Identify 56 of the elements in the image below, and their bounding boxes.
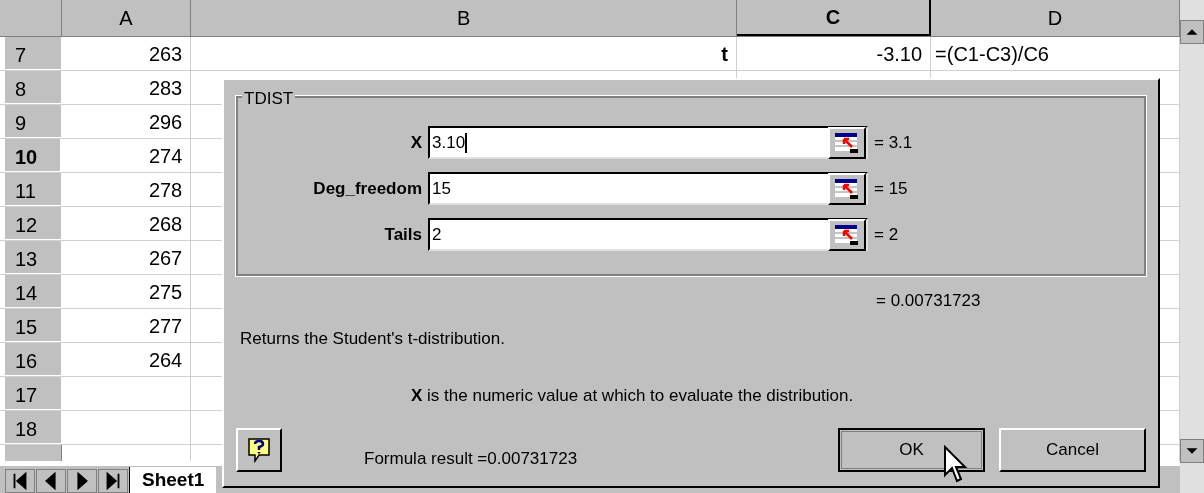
row-header[interactable]: 13 [5,241,62,274]
next-sheet-icon[interactable] [67,469,97,493]
row-header[interactable]: 18 [5,411,62,444]
row-header[interactable]: 16 [5,343,62,376]
row-header[interactable]: 8 [5,71,62,104]
row-header[interactable]: 7 [5,37,62,70]
row-header[interactable]: 10 [5,139,62,172]
column-header[interactable]: C [736,0,932,36]
table-cell-text: 268 [148,211,184,237]
table-cell-text: 277 [148,313,184,339]
function-description: Returns the Student's t-distribution. [240,327,506,350]
table-cell-text: 283 [148,75,184,101]
argument-field[interactable]: 2 [428,218,868,251]
scroll-up-icon[interactable] [1180,20,1204,44]
argument-result: = 3.1 [873,131,913,154]
table-cell-text: -3.10 [876,41,924,67]
table-cell-text: 296 [148,109,184,135]
table-cell-text: 263 [148,41,184,67]
range-picker-icon[interactable] [828,172,866,205]
row-header[interactable]: 15 [5,309,62,342]
row-header[interactable]: 14 [5,275,62,308]
range-picker-icon[interactable] [828,218,866,251]
dialog-button[interactable]: OK [838,428,985,472]
table-cell-text: 264 [148,347,184,373]
dialog-button[interactable]: Cancel [999,428,1146,472]
table-cell-text: t [721,41,729,67]
argument-field[interactable]: 15 [428,172,868,205]
table-cell-text: 267 [148,245,184,271]
table-cell-text: 274 [148,143,184,169]
argument-help: X is the numeric value at which to evaluate the distribution. [411,385,855,407]
sheet-tab[interactable]: Sheet1 [129,467,217,493]
help-icon [247,437,271,463]
scroll-down-icon[interactable] [1180,439,1204,463]
argument-result: = 15 [873,177,908,200]
range-picker-icon[interactable] [828,126,866,159]
argument-label: X [409,131,423,154]
row-header[interactable]: 11 [5,173,62,206]
table-cell-text: =(C1-C3)/C6 [934,41,1049,67]
argument-label: Deg_freedom [312,177,423,200]
function-result: = 0.00731723 [876,290,982,312]
row-header[interactable]: 9 [5,105,62,138]
row-header[interactable]: 17 [5,377,62,410]
table-cell-text: 275 [148,279,184,305]
row-header[interactable]: 12 [5,207,62,240]
argument-field[interactable]: 3.10 [428,126,868,159]
column-header[interactable]: B [191,0,737,36]
column-header[interactable]: A [61,0,192,36]
mouse-pointer-icon [943,445,969,485]
argument-result: = 2 [873,223,899,246]
first-sheet-icon[interactable] [5,469,35,493]
previous-sheet-icon[interactable] [36,469,66,493]
last-sheet-icon[interactable] [98,469,128,493]
formula-result: Formula result =0.00731723 [364,448,578,471]
argument-label: Tails [383,223,423,246]
help-button[interactable] [236,428,282,472]
table-cell-text: 278 [148,177,184,203]
